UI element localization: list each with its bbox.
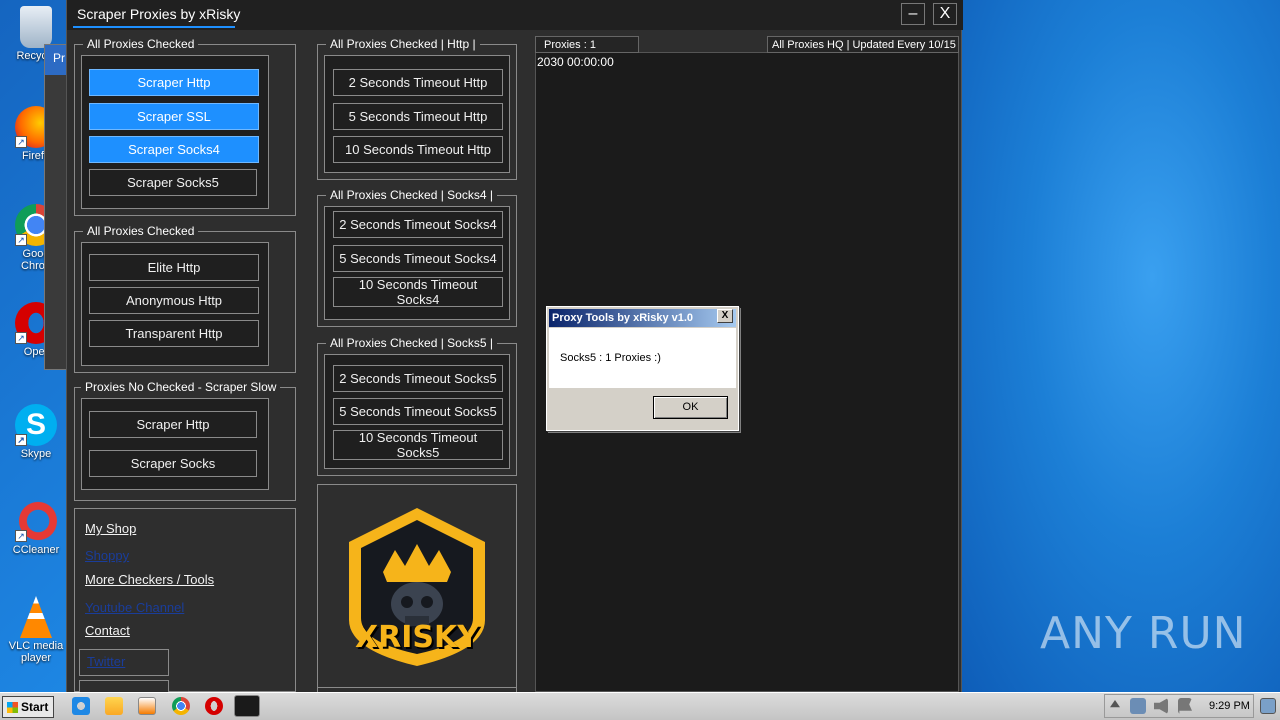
more-checkers-link[interactable]: More Checkers / Tools	[85, 572, 214, 587]
group-label: Proxies No Checked - Scraper Slow	[81, 380, 281, 394]
title-bar[interactable]: Scraper Proxies by xRisky – X	[67, 0, 963, 30]
anonymous-http-button[interactable]: Anonymous Http	[89, 287, 259, 314]
file-explorer-icon[interactable]	[105, 697, 123, 715]
http-5s-button[interactable]: 5 Seconds Timeout Http	[333, 103, 503, 130]
app-window: Scraper Proxies by xRisky – X All Proxie…	[66, 0, 963, 700]
close-button[interactable]: X	[933, 3, 957, 25]
scraper-ssl-button[interactable]: Scraper SSL	[89, 103, 259, 130]
dialog-close-button[interactable]: X	[717, 309, 733, 323]
watermark: ANY RUN	[1040, 608, 1247, 659]
chrome-taskbar-icon[interactable]	[172, 697, 190, 715]
scraper-socks5-button[interactable]: Scraper Socks5	[89, 169, 257, 196]
dialog-ok-button[interactable]: OK	[653, 396, 728, 419]
recycle-bin-icon	[20, 6, 52, 48]
http-10s-button[interactable]: 10 Seconds Timeout Http	[333, 136, 503, 163]
start-label: Start	[21, 700, 49, 714]
dialog-title: Proxy Tools by xRisky v1.0	[549, 309, 736, 327]
scraper-http-slow-button[interactable]: Scraper Http	[89, 411, 257, 438]
dialog-body: Socks5 : 1 Proxies :)	[549, 328, 736, 388]
dialog-message: Socks5 : 1 Proxies :)	[560, 352, 661, 364]
title-underline	[73, 26, 235, 28]
socks5-5s-button[interactable]: 5 Seconds Timeout Socks5	[333, 398, 503, 425]
desktop-icon-vlc[interactable]: VLC media player	[6, 596, 66, 664]
skype-icon: S ↗	[15, 404, 57, 446]
minimize-button[interactable]: –	[901, 3, 925, 25]
youtube-channel-link[interactable]: Youtube Channel	[85, 600, 184, 615]
desktop-icon-label: Skype	[20, 448, 52, 460]
group-label: All Proxies Checked | Http |	[326, 37, 480, 51]
opera-taskbar-icon[interactable]	[205, 697, 223, 715]
group-label: All Proxies Checked | Socks4 |	[326, 188, 497, 202]
updated-info: All Proxies HQ | Updated Every 10/15	[767, 36, 959, 53]
twitter-link[interactable]: Twitter	[87, 654, 125, 669]
log-line: 2030 00:00:00	[537, 55, 614, 69]
window-title: Scraper Proxies by xRisky	[77, 6, 241, 22]
logo-text: XRISKY	[355, 620, 479, 655]
socks5-10s-button[interactable]: 10 Seconds Timeout Socks5	[333, 430, 503, 460]
start-button[interactable]: Start	[2, 696, 54, 718]
scraper-http-button[interactable]: Scraper Http	[89, 69, 259, 96]
network-icon[interactable]	[1130, 698, 1146, 714]
http-2s-button[interactable]: 2 Seconds Timeout Http	[333, 69, 503, 96]
group-label: All Proxies Checked	[83, 37, 199, 51]
socks4-5s-button[interactable]: 5 Seconds Timeout Socks4	[333, 245, 503, 272]
group-label: All Proxies Checked | Socks5 |	[326, 336, 497, 350]
app-taskbar-icon[interactable]	[234, 695, 260, 717]
proxies-count: Proxies : 1	[535, 36, 639, 53]
group-label: All Proxies Checked	[83, 224, 199, 238]
socks4-2s-button[interactable]: 2 Seconds Timeout Socks4	[333, 211, 503, 238]
socks4-10s-button[interactable]: 10 Seconds Timeout Socks4	[333, 277, 503, 307]
desktop-wallpaper-glow	[960, 0, 1280, 692]
taskbar-clock[interactable]: 9:29 PM	[1209, 700, 1250, 712]
ccleaner-icon: ↗	[15, 500, 57, 542]
show-desktop-icon[interactable]	[1260, 698, 1276, 714]
scraper-socks4-button[interactable]: Scraper Socks4	[89, 136, 259, 163]
group-proxies-no-checked: Proxies No Checked - Scraper Slow	[74, 380, 296, 501]
taskbar: Start	[0, 692, 1280, 720]
desktop-icon-label: CCleaner	[12, 544, 60, 556]
vlc-icon	[20, 596, 52, 638]
desktop-icon-label: VLC media player	[8, 640, 64, 664]
my-shop-link[interactable]: My Shop	[85, 521, 136, 536]
shoppy-link[interactable]: Shoppy	[85, 548, 129, 563]
contact-link[interactable]: Contact	[85, 623, 130, 638]
desktop-icon-ccleaner[interactable]: ↗ CCleaner	[6, 500, 66, 556]
message-dialog: Proxy Tools by xRisky v1.0 X Socks5 : 1 …	[546, 306, 739, 431]
desktop-icon-skype[interactable]: S ↗ Skype	[6, 404, 66, 460]
socks5-2s-button[interactable]: 2 Seconds Timeout Socks5	[333, 365, 503, 392]
windows-logo-icon	[7, 702, 18, 713]
internet-explorer-icon[interactable]	[72, 697, 90, 715]
media-player-icon[interactable]	[138, 697, 156, 715]
transparent-http-button[interactable]: Transparent Http	[89, 320, 259, 347]
elite-http-button[interactable]: Elite Http	[89, 254, 259, 281]
scraper-socks-slow-button[interactable]: Scraper Socks	[89, 450, 257, 477]
